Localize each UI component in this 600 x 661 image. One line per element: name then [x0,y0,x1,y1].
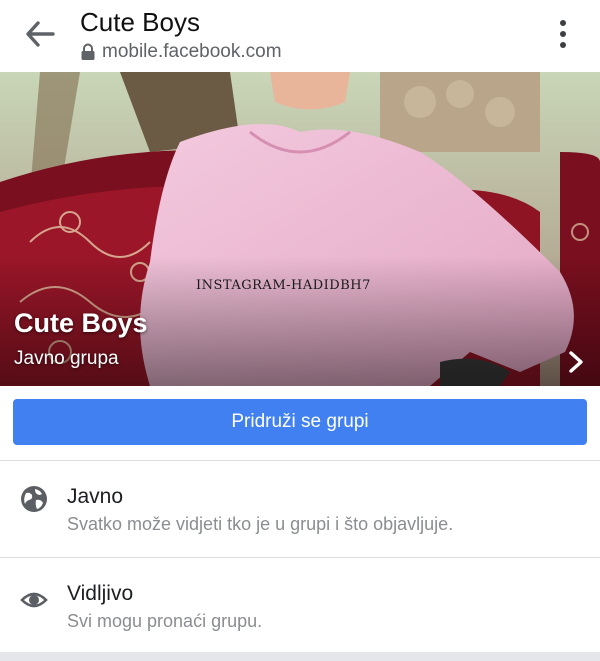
page-title: Cute Boys [80,7,200,37]
globe-icon [21,486,47,512]
info-title-visible: Vidljivo [67,582,134,605]
more-vert-icon [560,20,566,26]
eye-icon [20,592,48,608]
info-desc-public: Svatko može vidjeti tko je u grupi i što… [67,514,454,534]
section-separator [0,652,600,661]
back-button[interactable] [18,14,62,54]
arrow-left-icon [26,21,55,47]
group-cover-photo[interactable]: Instagram-hadidbh7 Cute Boys Javno grupa [0,72,600,386]
join-group-button[interactable]: Pridruži se grupi [13,399,587,445]
url-bar[interactable]: mobile.facebook.com [80,40,282,64]
info-desc-visible: Svi mogu pronaći grupu. [67,611,263,631]
group-name: Cute Boys [14,308,148,338]
url-text: mobile.facebook.com [102,41,282,62]
join-section: Pridruži se grupi [0,386,600,460]
chevron-right-icon[interactable] [566,350,586,374]
browser-top-bar: Cute Boys mobile.facebook.com [0,0,600,72]
info-row-public: Javno Svatko može vidjeti tko je u grupi… [0,461,600,557]
more-options-button[interactable] [548,14,578,54]
lock-icon [81,43,95,60]
info-row-visible: Vidljivo Svi mogu pronaći grupu. [0,558,600,654]
info-title-public: Javno [67,485,124,508]
cover-watermark: Instagram-hadidbh7 [196,278,371,293]
group-privacy-label: Javno grupa [14,348,119,369]
